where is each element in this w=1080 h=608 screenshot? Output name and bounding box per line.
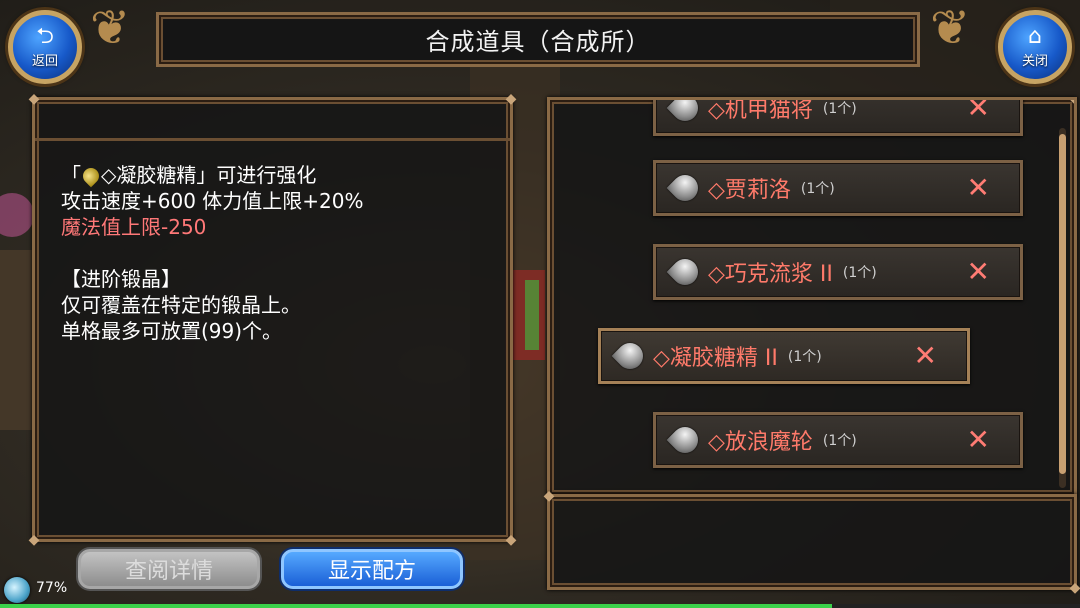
close-button-label: 关闭 <box>1021 54 1048 69</box>
title-prefix: 「 <box>61 163 81 187</box>
stat-line: 攻击速度+600 体力值上限+20% <box>61 189 364 213</box>
item-count: (1个) <box>842 265 877 281</box>
item-name: ◇放浪魔轮 <box>708 430 813 455</box>
progress-fill <box>0 604 832 608</box>
corner-ornament-icon: ◆ <box>28 91 40 107</box>
item-count: (1个) <box>787 349 822 365</box>
list-item[interactable]: ◇放浪魔轮 (1个) ✕ <box>653 412 1023 468</box>
battery-percent: 77% <box>36 580 68 596</box>
list-item-selected[interactable]: ◇凝胶糖精 II (1个) ✕ <box>598 328 970 384</box>
silver-gem-icon <box>666 100 704 127</box>
yellow-gem-icon <box>79 164 103 188</box>
close-button[interactable]: ⌂ 关闭 <box>998 10 1072 84</box>
section-title: 【进阶锻晶】 <box>61 267 181 291</box>
corner-ornament-icon: ◆ <box>505 91 517 107</box>
return-arrow-icon: ⮌ <box>36 24 54 49</box>
penalty-line: 魔法值上限-250 <box>61 215 207 239</box>
description-panel: ◆ ◆ ◆ ◆ 「 ◇凝胶糖精」可进行强化 攻击速度+600 体力值上限+20% … <box>29 91 517 548</box>
item-name: ◇机甲猫将 <box>708 98 813 123</box>
remove-x-icon[interactable]: ✕ <box>967 171 990 205</box>
description-text: 「 ◇凝胶糖精」可进行强化 攻击速度+600 体力值上限+20% 魔法值上限-25… <box>61 162 501 344</box>
corner-ornament-icon: ◆ <box>505 532 517 548</box>
right-ornament-icon: ❦ <box>930 0 971 56</box>
remove-x-icon[interactable]: ✕ <box>967 423 990 457</box>
item-name: ◇贾莉洛 <box>708 178 791 203</box>
item-count: (1个) <box>800 181 835 197</box>
remove-x-icon[interactable]: ✕ <box>967 100 990 125</box>
progress-bar <box>0 604 1080 608</box>
back-button-label: 返回 <box>31 54 58 69</box>
title-bar: 合成道具（合成所） <box>156 12 920 67</box>
battery-gem-icon <box>4 577 30 603</box>
panel-divider <box>35 138 510 141</box>
material-list-panel: ◇机甲猫将 (1个) ✕ ◇贾莉洛 (1个) ✕ ◇巧克流浆 II (1个) ✕… <box>547 97 1077 497</box>
scrollbar-thumb[interactable] <box>1059 134 1066 474</box>
corner-ornament-icon: ◆ <box>28 532 40 548</box>
note-line-1: 仅可覆盖在特定的锻晶上。 <box>61 293 301 317</box>
page-title: 合成道具（合成所） <box>425 28 651 56</box>
item-title-line: 「 ◇凝胶糖精」可进行强化 <box>61 162 501 188</box>
left-ornament-icon: ❦ <box>90 0 131 56</box>
item-name: ◇巧克流浆 II <box>708 262 833 287</box>
silver-gem-icon <box>666 421 704 459</box>
home-icon: ⌂ <box>1028 24 1042 49</box>
note-line-2: 单格最多可放置(99)个。 <box>61 319 283 343</box>
item-count: (1个) <box>822 101 857 117</box>
view-details-button[interactable]: 查阅详情 <box>78 549 260 589</box>
list-item[interactable]: ◇贾莉洛 (1个) ✕ <box>653 160 1023 216</box>
remove-x-icon[interactable]: ✕ <box>967 255 990 289</box>
result-panel: ◆ ◆ <box>544 488 1080 596</box>
show-recipe-button[interactable]: 显示配方 <box>281 549 463 589</box>
back-button[interactable]: ⮌ 返回 <box>8 10 82 84</box>
list-item[interactable]: ◇机甲猫将 (1个) ✕ <box>653 98 1023 136</box>
silver-gem-icon <box>666 169 704 207</box>
item-name: ◇凝胶糖精 II <box>653 346 778 371</box>
corner-ornament-icon: ◆ <box>1067 100 1074 107</box>
silver-gem-icon <box>611 337 649 375</box>
remove-x-icon[interactable]: ✕ <box>914 339 937 373</box>
list-item[interactable]: ◇巧克流浆 II (1个) ✕ <box>653 244 1023 300</box>
corner-ornament-icon: ◆ <box>1069 580 1080 596</box>
item-count: (1个) <box>822 433 857 449</box>
silver-gem-icon <box>666 253 704 291</box>
item-title: ◇凝胶糖精」可进行强化 <box>101 163 317 187</box>
corner-ornament-icon: ◆ <box>543 488 555 504</box>
